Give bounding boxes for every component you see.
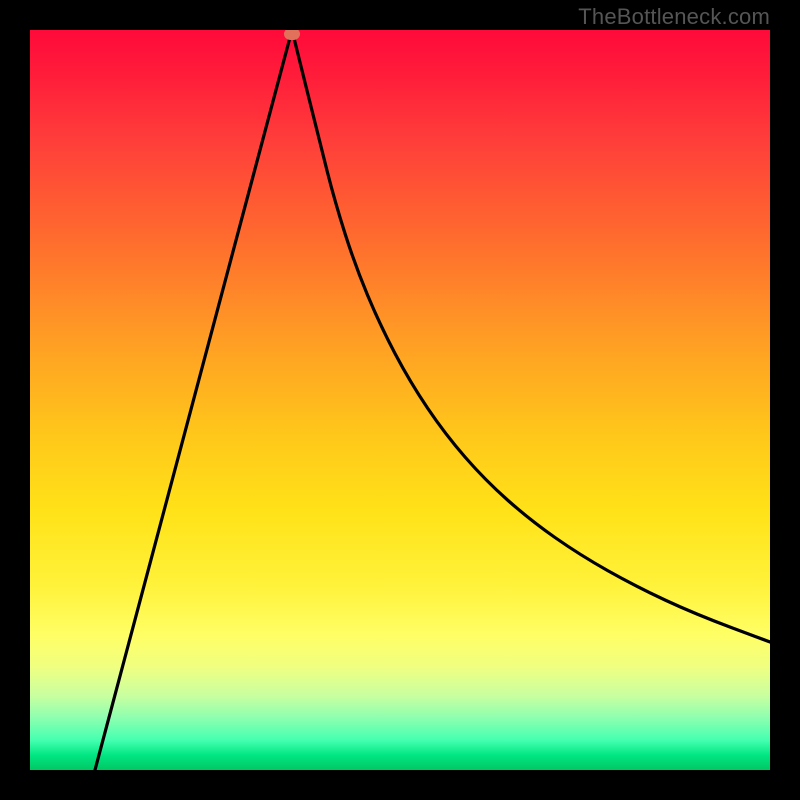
bottleneck-curve xyxy=(95,30,770,770)
chart-stage: TheBottleneck.com xyxy=(0,0,800,800)
plot-area xyxy=(30,30,770,770)
curve-svg xyxy=(30,30,770,770)
watermark-text: TheBottleneck.com xyxy=(578,4,770,30)
minimum-marker-icon xyxy=(284,30,300,40)
